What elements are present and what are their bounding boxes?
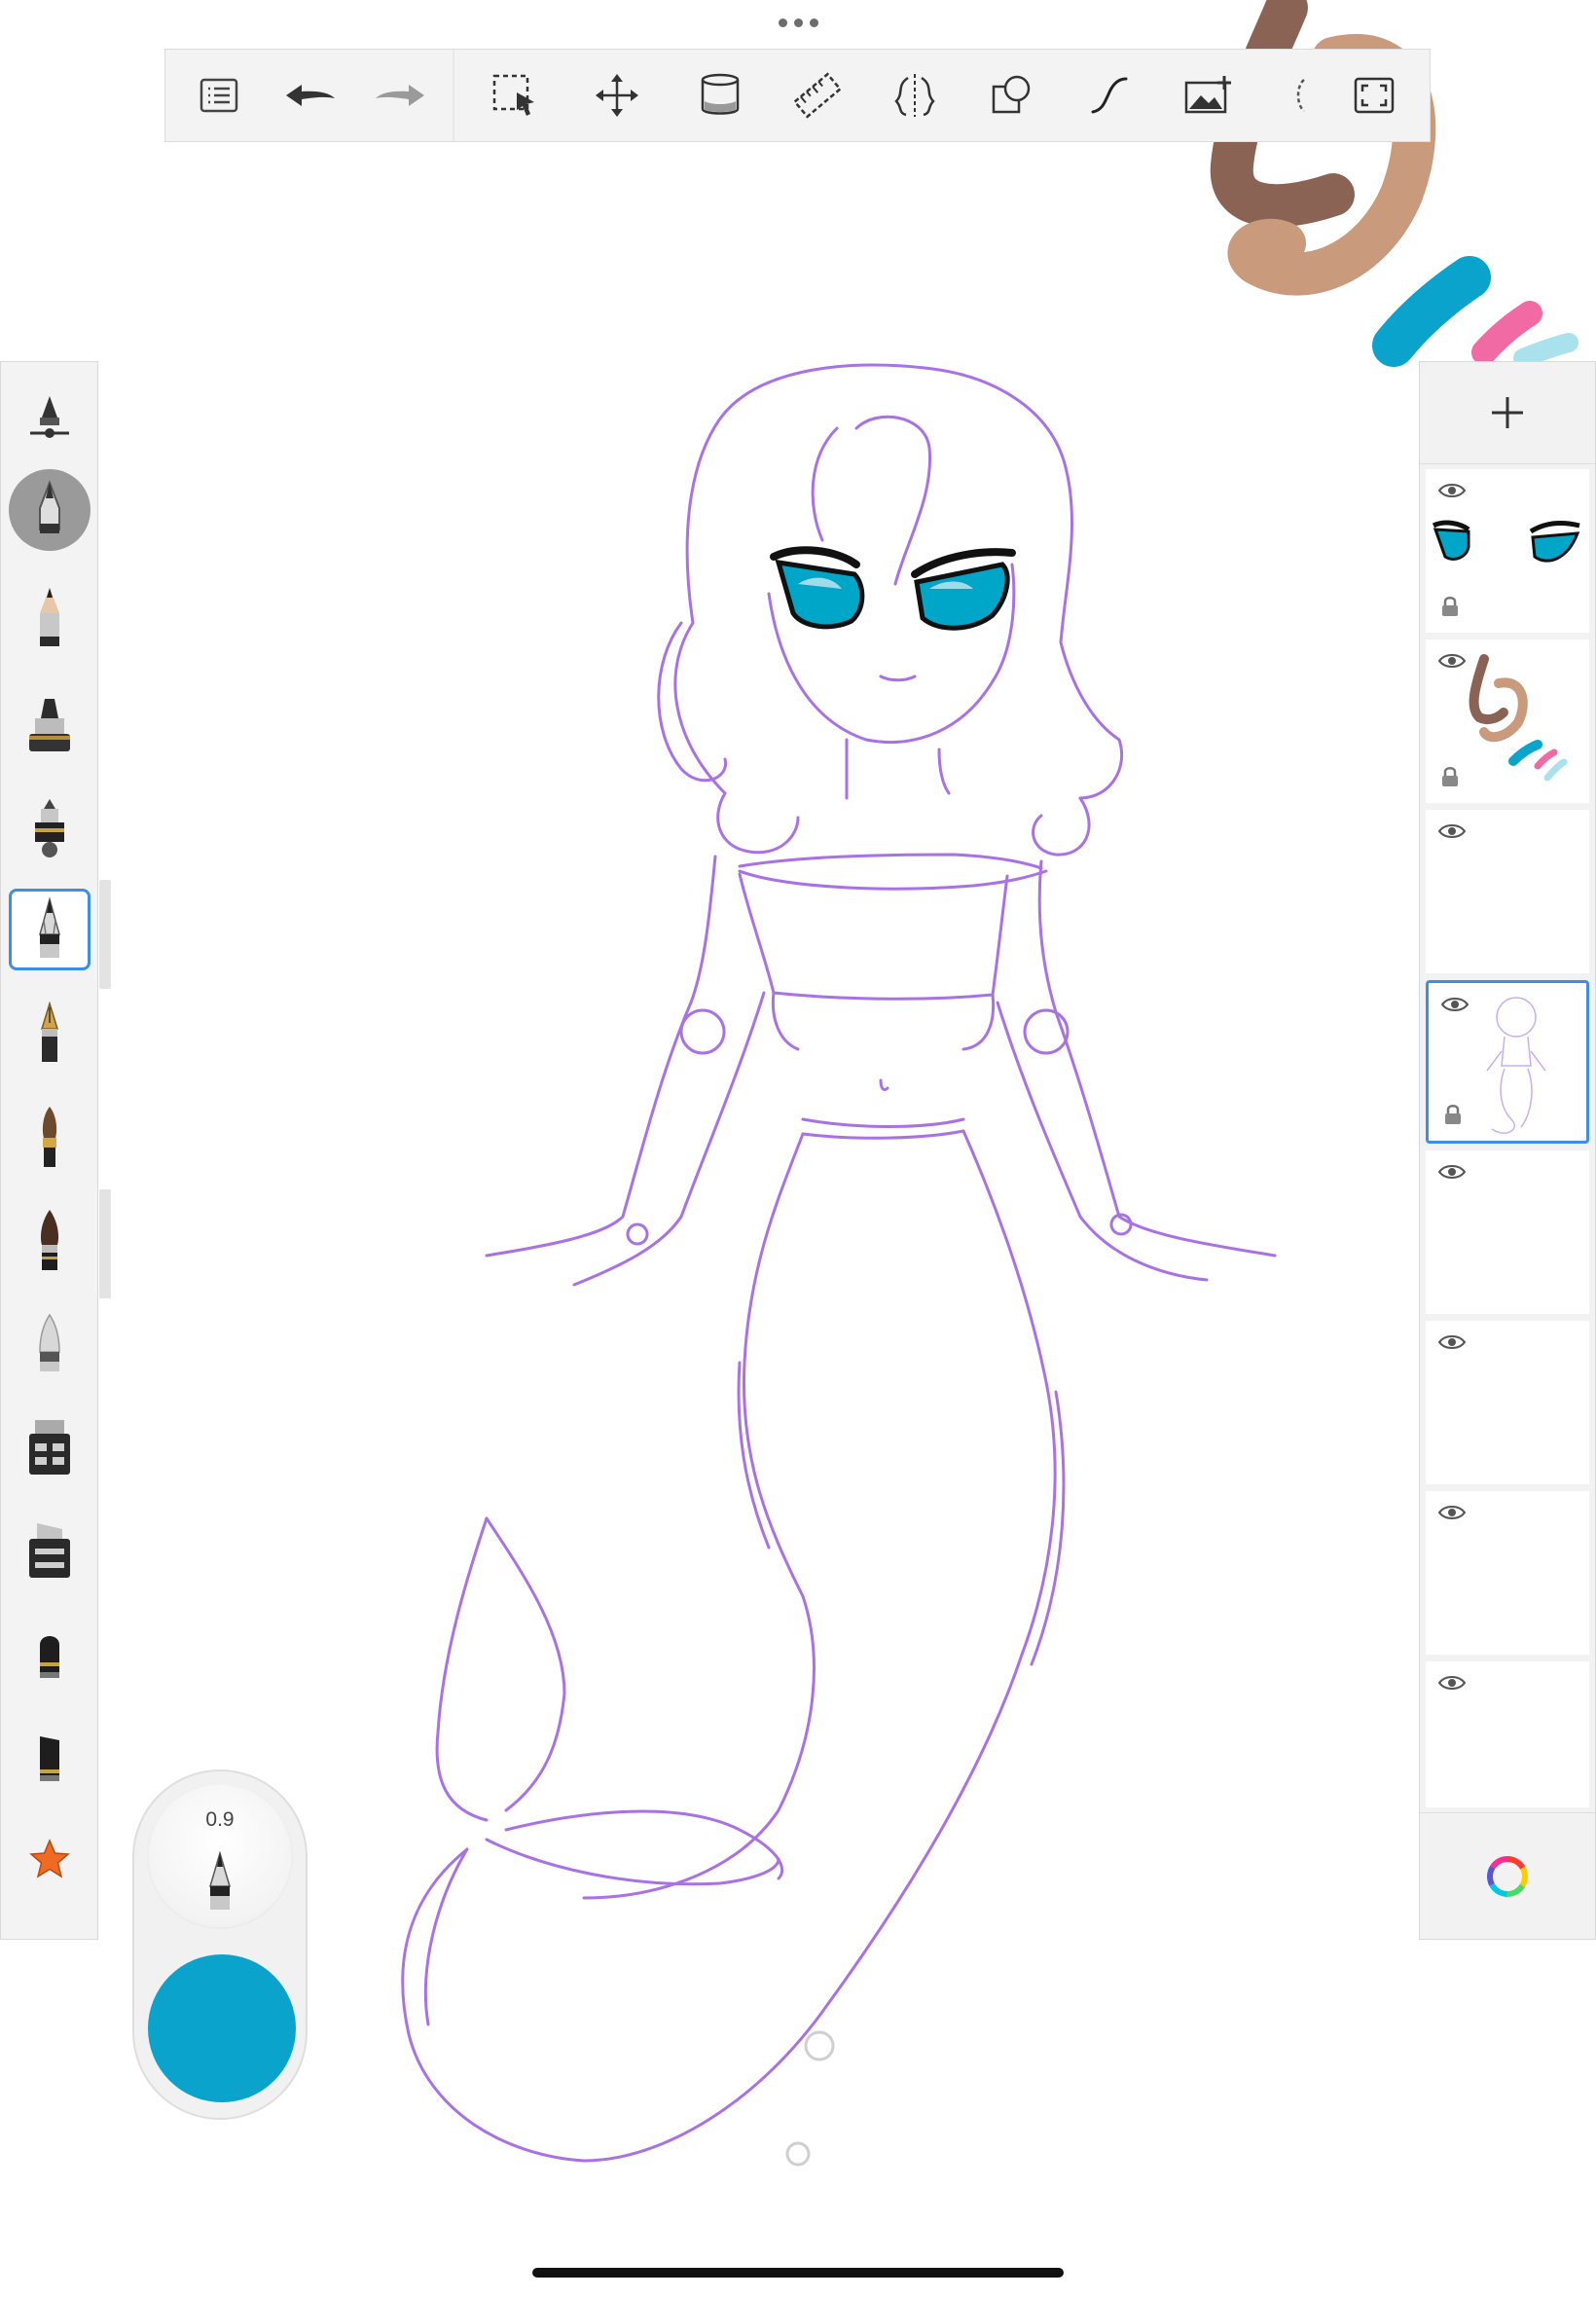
- paintbrush-icon[interactable]: [9, 1096, 91, 1178]
- flat-marker-icon[interactable]: [9, 1509, 91, 1590]
- chisel-marker-icon[interactable]: [9, 1405, 91, 1487]
- eye-icon[interactable]: [1437, 821, 1467, 841]
- steady-stroke-icon[interactable]: [1081, 67, 1138, 124]
- layer-thumbnail[interactable]: [1426, 469, 1589, 633]
- layer-thumbnail-eyes: [1432, 520, 1580, 563]
- add-image-icon[interactable]: [1180, 67, 1237, 124]
- felt-tip-icon[interactable]: [9, 1612, 91, 1694]
- lock-icon[interactable]: [1444, 1104, 1462, 1125]
- brush-palette-scroll-tab[interactable]: [99, 880, 111, 989]
- brush-size-value: 0.9: [205, 1808, 235, 1831]
- brush-palette-scroll-tab[interactable]: [99, 1189, 111, 1298]
- toolbar-drag-handle[interactable]: [769, 14, 827, 31]
- layer-thumbnail-swatches: [1469, 654, 1568, 782]
- fill-bucket-icon[interactable]: [692, 67, 748, 124]
- ballpoint-pen-brush-icon[interactable]: [9, 889, 91, 970]
- eye-icon[interactable]: [1437, 1162, 1467, 1182]
- redo-icon[interactable]: [373, 67, 429, 124]
- plus-icon: [1492, 397, 1523, 428]
- layers-panel: [1419, 361, 1596, 1940]
- undo-icon[interactable]: [281, 67, 338, 124]
- top-toolbar: [164, 49, 1431, 142]
- canvas-rotate-handle[interactable]: [783, 2139, 813, 2169]
- layer-thumbnail[interactable]: [1426, 1321, 1589, 1484]
- layer-thumbnail[interactable]: [1426, 810, 1589, 973]
- color-wheel-icon: [1487, 1856, 1528, 1897]
- current-color-swatch[interactable]: [148, 1954, 296, 2102]
- fullscreen-icon[interactable]: [1346, 67, 1402, 124]
- brush-properties-icon[interactable]: [9, 469, 91, 551]
- mermaid-sketch: [401, 363, 1277, 2163]
- selection-icon[interactable]: [488, 67, 544, 124]
- lock-icon[interactable]: [1441, 596, 1459, 617]
- marker-brush-icon[interactable]: [9, 683, 91, 765]
- lock-icon[interactable]: [1441, 766, 1459, 787]
- layer-thumbnail[interactable]: [1426, 1150, 1589, 1314]
- shapes-icon[interactable]: [984, 67, 1040, 124]
- home-indicator[interactable]: [532, 2268, 1064, 2278]
- airbrush-icon[interactable]: [9, 786, 91, 868]
- ballpoint-pen-icon: [208, 1851, 232, 1910]
- symmetry-icon[interactable]: [887, 67, 943, 124]
- eye-icon[interactable]: [1437, 481, 1467, 500]
- ink-brush-icon[interactable]: [9, 1199, 91, 1281]
- fountain-pen-brush-icon[interactable]: [9, 993, 91, 1075]
- brush-puck[interactable]: 0.9: [132, 1769, 308, 2120]
- color-wheel-button[interactable]: [1420, 1812, 1595, 1940]
- add-layer-button[interactable]: [1420, 362, 1595, 464]
- brush-palette: [0, 361, 98, 1940]
- layer-thumbnail-mermaid: [1486, 997, 1546, 1134]
- eye-icon[interactable]: [1437, 1673, 1467, 1693]
- eye-icon[interactable]: [1437, 1503, 1467, 1522]
- pencil-brush-icon[interactable]: [9, 577, 91, 659]
- ruler-icon[interactable]: [789, 67, 846, 124]
- soft-eraser-icon[interactable]: [9, 1302, 91, 1384]
- favorites-star-icon[interactable]: [9, 1818, 91, 1900]
- brush-size-slider-icon[interactable]: [9, 378, 91, 459]
- layer-thumbnail[interactable]: [1426, 1661, 1589, 1807]
- eye-icon[interactable]: [1440, 995, 1469, 1014]
- layer-thumbnail-active[interactable]: [1426, 980, 1589, 1144]
- layer-thumbnail[interactable]: [1426, 639, 1589, 803]
- menu-list-icon[interactable]: [191, 67, 247, 124]
- transform-move-icon[interactable]: [589, 67, 645, 124]
- eye-icon[interactable]: [1437, 1332, 1467, 1352]
- calligraphy-brush-icon[interactable]: [9, 1715, 91, 1797]
- layer-thumbnail[interactable]: [1426, 1491, 1589, 1655]
- page-flip-icon[interactable]: [1270, 67, 1326, 124]
- brush-size-control[interactable]: 0.9: [147, 1783, 293, 1929]
- eyes-artwork: [770, 546, 1016, 631]
